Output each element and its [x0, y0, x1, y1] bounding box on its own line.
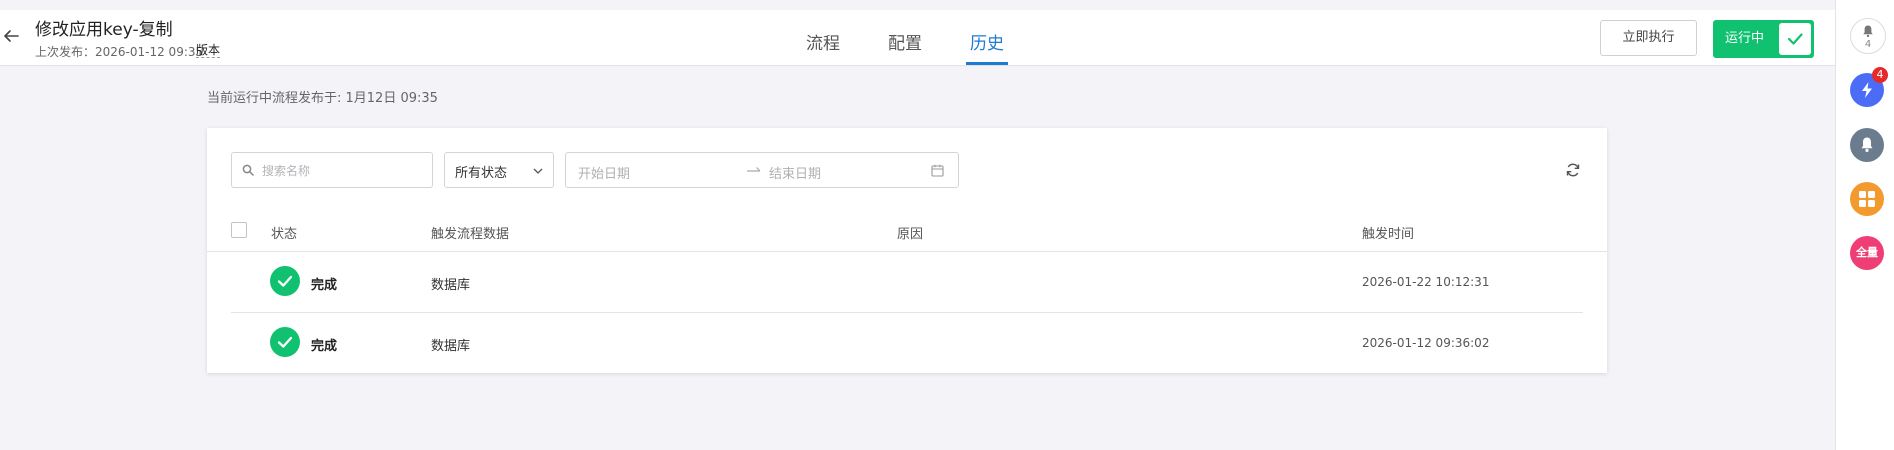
column-header-reason: 原因 — [897, 227, 924, 242]
select-all-checkbox[interactable] — [231, 222, 247, 238]
row-trigger-time: 2026-01-22 10:12:31 — [1362, 275, 1490, 289]
full-icon: 全量 — [1856, 246, 1878, 259]
flash-icon — [1862, 82, 1872, 98]
search-input[interactable] — [260, 160, 424, 182]
bell-icon — [1863, 25, 1873, 38]
header-bar: 修改应用key-复制 上次发布：2026-01-12 09:35 版本 流程 配… — [0, 10, 1835, 66]
status-select[interactable]: 所有状态 — [444, 152, 554, 188]
arrow-right-icon — [747, 167, 761, 172]
success-check-icon — [270, 266, 300, 296]
search-box — [231, 152, 433, 188]
date-range-picker: 开始日期 结束日期 — [565, 152, 959, 188]
execute-now-button[interactable]: 立即执行 — [1600, 20, 1697, 56]
apps-button[interactable] — [1850, 182, 1884, 216]
page-title: 修改应用key-复制 — [35, 20, 173, 40]
row-trigger-data: 数据库 — [431, 278, 471, 293]
row-trigger-data: 数据库 — [431, 339, 471, 354]
flash-badge: 4 — [1872, 67, 1888, 83]
column-header-trigger-data: 触发流程数据 — [431, 227, 510, 242]
column-header-trigger-time: 触发时间 — [1362, 227, 1415, 242]
version-link[interactable]: 版本 — [196, 43, 221, 58]
calendar-icon[interactable] — [931, 164, 944, 177]
row-status: 完成 — [311, 278, 338, 293]
notification-count: 4 — [1864, 39, 1872, 50]
header-divider — [207, 251, 1607, 252]
running-toggle-button[interactable]: 运行中 — [1713, 20, 1814, 58]
tab-flow[interactable]: 流程 — [806, 29, 840, 54]
bell-icon — [1861, 137, 1873, 152]
flash-button[interactable]: 4 — [1850, 67, 1888, 107]
chevron-down-icon — [533, 168, 543, 174]
row-trigger-time: 2026-01-12 09:36:02 — [1362, 336, 1490, 350]
start-date-input[interactable]: 开始日期 — [578, 163, 630, 182]
search-icon — [242, 164, 254, 176]
back-arrow-icon[interactable] — [2, 27, 20, 45]
alerts-button[interactable] — [1850, 128, 1884, 162]
tab-history[interactable]: 历史 — [970, 29, 1004, 54]
notifications-button[interactable]: 4 — [1850, 18, 1886, 54]
check-icon — [1779, 23, 1811, 55]
history-card: 所有状态 开始日期 结束日期 状态 触发流程数据 原因 触发时间 完成 数据库 … — [207, 128, 1607, 373]
publish-info-text: 当前运行中流程发布于: 1月12日 09:35 — [207, 91, 438, 106]
refresh-icon[interactable] — [1565, 162, 1581, 178]
last-published-text: 上次发布：2026-01-12 09:35 — [35, 45, 204, 59]
grid-icon — [1859, 191, 1875, 207]
column-header-status: 状态 — [271, 227, 298, 242]
success-check-icon — [270, 327, 300, 357]
active-tab-indicator — [966, 62, 1008, 65]
tab-config[interactable]: 配置 — [888, 29, 922, 54]
row-status: 完成 — [311, 339, 338, 354]
full-button[interactable]: 全量 — [1850, 236, 1884, 270]
right-sidebar: 4 4 全量 — [1835, 0, 1894, 450]
running-label: 运行中 — [1725, 31, 1765, 46]
top-strip — [0, 0, 1835, 10]
status-select-value: 所有状态 — [455, 166, 508, 181]
row-divider — [231, 312, 1583, 313]
end-date-input[interactable]: 结束日期 — [769, 163, 821, 182]
